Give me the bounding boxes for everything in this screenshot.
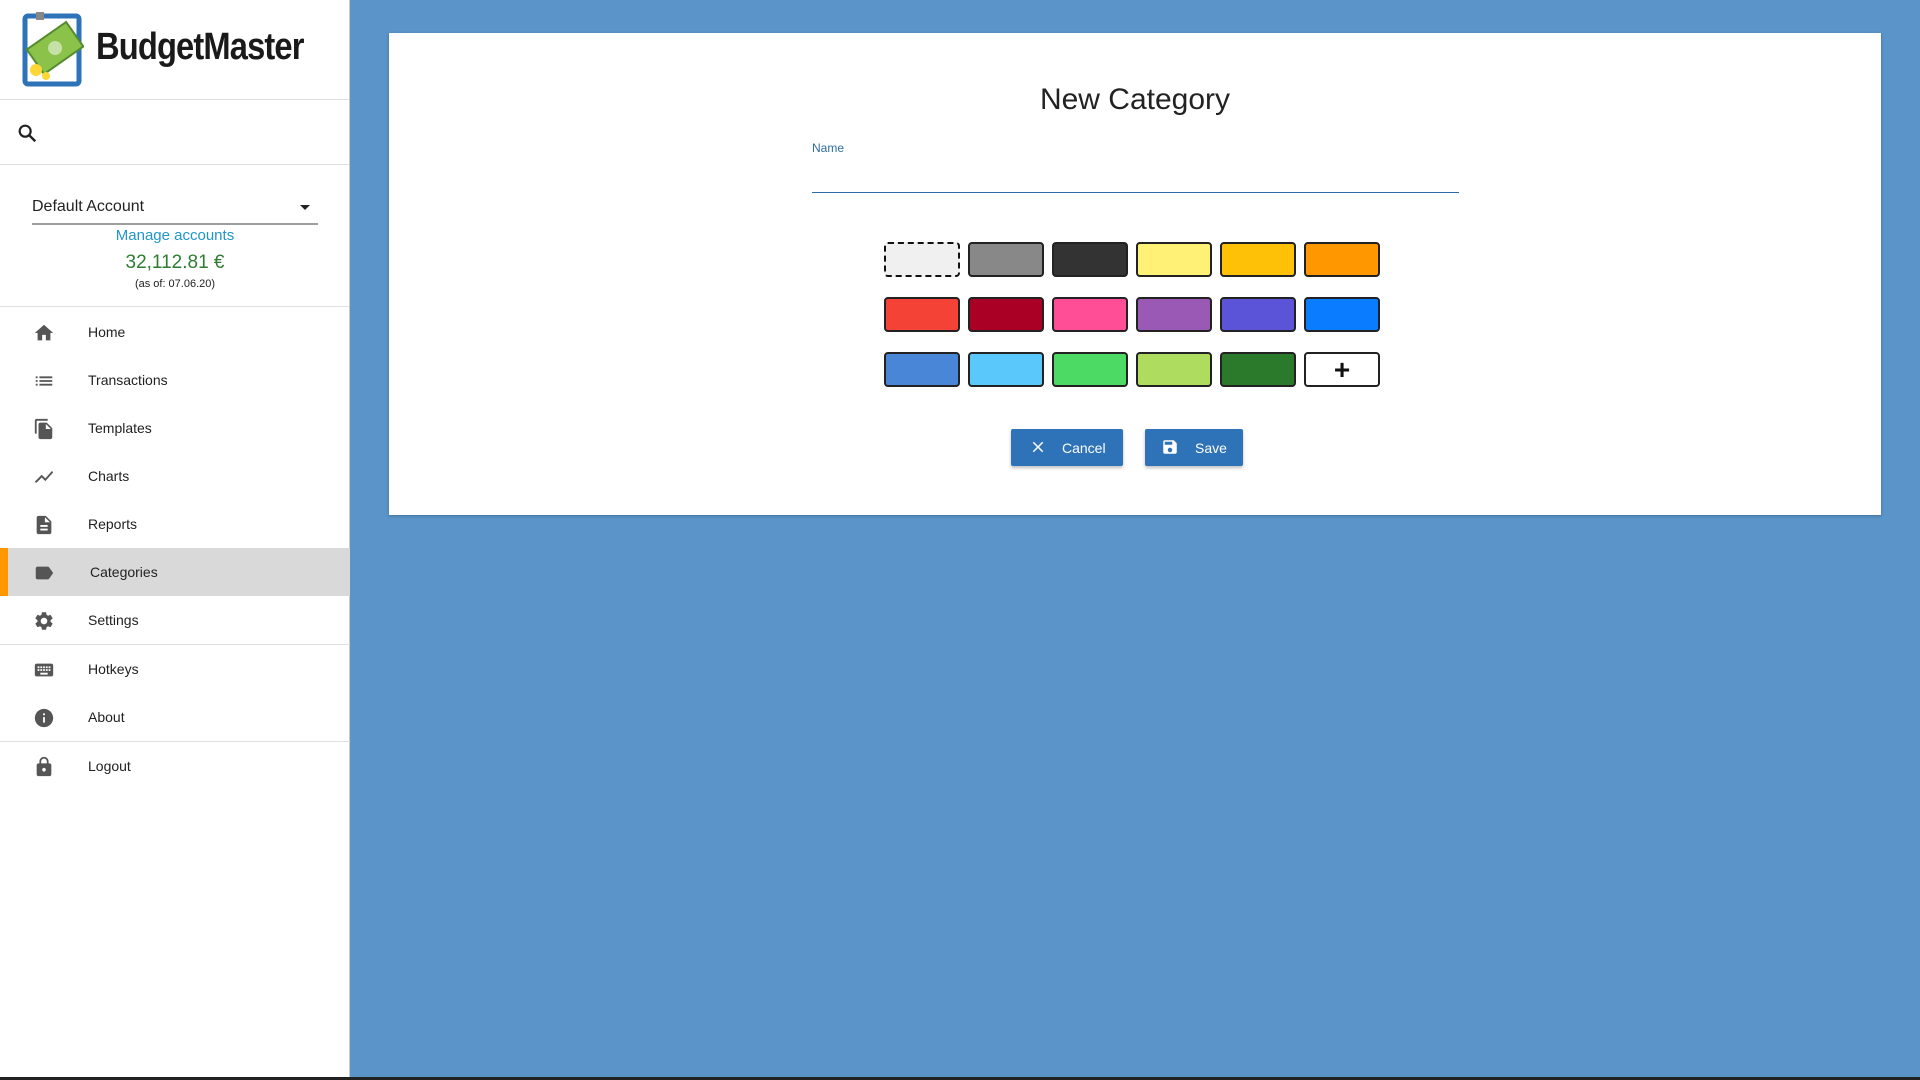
nav-item-templates[interactable]: Templates [0, 404, 350, 452]
budgetmaster-logo-icon [22, 12, 84, 87]
info-icon [34, 708, 54, 728]
cancel-button-label: Cancel [1062, 440, 1106, 456]
color-swatch[interactable] [1136, 242, 1212, 277]
label-icon [35, 566, 54, 580]
save-button[interactable]: Save [1145, 429, 1243, 466]
line-chart-icon [34, 471, 54, 483]
color-swatch[interactable] [1304, 242, 1380, 277]
nav-item-settings[interactable]: Settings [0, 596, 350, 644]
document-icon [36, 515, 52, 535]
nav-item-label: Home [88, 324, 126, 340]
account-balance: 32,112.81 € [125, 252, 225, 273]
save-icon [1163, 440, 1177, 454]
app-logo[interactable]: BudgetMaster [0, 0, 349, 100]
page-title: New Category [1039, 83, 1231, 116]
color-swatch[interactable] [1220, 242, 1296, 277]
color-swatch[interactable] [1304, 297, 1380, 332]
nav-item-reports[interactable]: Reports [0, 500, 350, 548]
color-swatch[interactable] [884, 297, 960, 332]
custom-color-button[interactable]: + [1304, 352, 1380, 387]
sidebar: BudgetMaster Default Account Manage acco… [0, 0, 350, 1080]
color-swatch[interactable] [1220, 297, 1296, 332]
nav-item-label: Transactions [88, 372, 168, 388]
home-icon [34, 324, 54, 341]
list-icon [35, 376, 53, 386]
nav-item-label: Reports [88, 516, 138, 532]
close-icon [1032, 441, 1044, 453]
nav-item-label: Hotkeys [88, 661, 139, 677]
nav-item-logout[interactable]: Logout [0, 742, 350, 790]
nav-item-charts[interactable]: Charts [0, 452, 350, 500]
file-copy-icon [34, 418, 53, 440]
color-swatch[interactable] [1136, 352, 1212, 387]
search-icon[interactable] [16, 122, 38, 144]
color-swatch[interactable] [1136, 297, 1212, 332]
search-row[interactable] [0, 100, 349, 165]
lock-icon [36, 756, 52, 777]
cancel-button[interactable]: Cancel [1011, 429, 1123, 466]
nav-item-label: Settings [88, 612, 139, 628]
plus-icon: + [1333, 354, 1351, 385]
nav-item-label: Logout [88, 758, 131, 774]
color-swatch[interactable] [1052, 352, 1128, 387]
account-panel: Default Account Manage accounts 32,112.8… [0, 165, 349, 307]
balance-date: (as of: 07.06.20) [134, 278, 216, 290]
color-swatch[interactable] [968, 352, 1044, 387]
color-swatch[interactable] [1052, 297, 1128, 332]
nav-item-categories[interactable]: Categories [0, 548, 350, 596]
nav-item-home[interactable]: Home [0, 308, 350, 356]
active-indicator [0, 548, 8, 596]
name-field[interactable] [812, 163, 1459, 193]
keyboard-icon [34, 663, 54, 677]
nav-item-about[interactable]: About [0, 693, 350, 741]
save-button-label: Save [1195, 440, 1227, 456]
gear-icon [35, 612, 53, 630]
color-swatch-selected[interactable] [884, 242, 960, 277]
color-swatch[interactable] [1052, 242, 1128, 277]
nav-item-hotkeys[interactable]: Hotkeys [0, 645, 350, 693]
nav-item-label: About [88, 709, 125, 725]
account-select-value: Default Account [32, 198, 145, 215]
app-name: BudgetMaster [96, 26, 304, 68]
name-field-label: Name [812, 141, 845, 155]
nav-item-transactions[interactable]: Transactions [0, 356, 350, 404]
nav-item-label: Templates [88, 420, 152, 436]
color-swatch[interactable] [968, 242, 1044, 277]
color-swatch[interactable] [1220, 352, 1296, 387]
manage-accounts-link[interactable]: Manage accounts [0, 227, 350, 244]
chevron-down-icon [300, 205, 310, 210]
color-swatch[interactable] [968, 297, 1044, 332]
nav-item-label: Charts [88, 468, 130, 484]
new-category-card: New Category Name + Cancel Save [389, 33, 1881, 515]
account-select[interactable]: Default Account [32, 183, 318, 225]
nav-item-label: Categories [90, 564, 158, 580]
color-swatch[interactable] [884, 352, 960, 387]
